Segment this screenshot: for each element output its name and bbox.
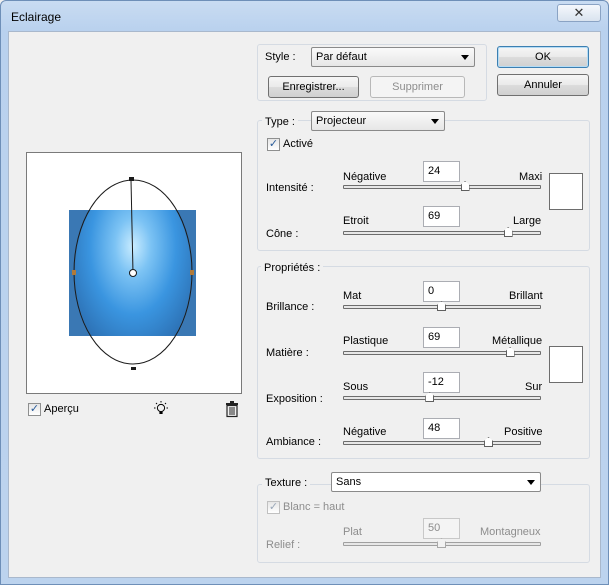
- preview-canvas[interactable]: [26, 152, 242, 394]
- title-bar[interactable]: Eclairage ✕: [1, 1, 608, 31]
- cancel-label: Annuler: [524, 79, 562, 91]
- material-label: Matière :: [266, 347, 309, 359]
- preview-label: Aperçu: [44, 403, 79, 415]
- chevron-down-icon: [527, 480, 535, 485]
- cancel-button[interactable]: Annuler: [497, 74, 589, 96]
- gloss-label: Brillance :: [266, 301, 315, 313]
- ok-button[interactable]: OK: [497, 46, 589, 68]
- delete-style-label: Supprimer: [392, 81, 443, 93]
- intensity-max-label: Maxi: [519, 171, 543, 183]
- dialog-client: ✓ Aperçu Style : Par défaut Enregistrer.…: [8, 31, 601, 578]
- gloss-max-label: Brillant: [509, 290, 543, 302]
- intensity-min-label: Négative: [343, 171, 387, 183]
- material-color-swatch[interactable]: [549, 346, 583, 383]
- preview-checkbox[interactable]: ✓: [28, 403, 41, 416]
- save-style-label: Enregistrer...: [282, 81, 345, 93]
- ellipse-left-handle[interactable]: [72, 270, 76, 275]
- ambience-input[interactable]: 48: [423, 418, 460, 439]
- intensity-input[interactable]: 24: [423, 161, 460, 182]
- type-value: Projecteur: [316, 115, 367, 127]
- exposure-slider[interactable]: [343, 392, 541, 402]
- chevron-down-icon: [431, 119, 439, 124]
- cone-max-label: Large: [513, 215, 542, 227]
- delete-style-button[interactable]: Supprimer: [370, 76, 465, 98]
- type-label: Type :: [262, 116, 298, 128]
- texture-label: Texture :: [262, 477, 311, 489]
- cone-slider[interactable]: [343, 227, 541, 237]
- texture-value: Sans: [336, 476, 362, 488]
- cone-input[interactable]: 69: [423, 206, 460, 227]
- save-style-button[interactable]: Enregistrer...: [268, 76, 359, 98]
- lighting-preview[interactable]: [27, 153, 241, 393]
- active-checkbox[interactable]: ✓: [267, 138, 280, 151]
- white-high-label: Blanc = haut: [283, 501, 345, 513]
- exposure-label: Exposition :: [266, 393, 323, 405]
- type-select[interactable]: Projecteur: [311, 111, 445, 131]
- exposure-max-label: Sur: [525, 381, 543, 393]
- material-max-label: Métallique: [492, 335, 543, 347]
- window-title: Eclairage: [11, 10, 62, 24]
- relief-label: Relief :: [266, 539, 301, 551]
- cone-min-label: Etroit: [343, 215, 369, 227]
- relief-slider[interactable]: [343, 538, 541, 548]
- close-button[interactable]: ✕: [557, 4, 601, 22]
- ellipse-right-handle[interactable]: [190, 270, 194, 275]
- style-label: Style :: [265, 51, 296, 63]
- relief-max-label: Montagneux: [480, 526, 541, 538]
- exposure-min-label: Sous: [343, 381, 369, 393]
- relief-min-label: Plat: [343, 526, 362, 538]
- active-label: Activé: [283, 138, 313, 150]
- intensity-slider[interactable]: [343, 181, 541, 191]
- material-input[interactable]: 69: [423, 327, 460, 348]
- gloss-slider[interactable]: [343, 301, 541, 311]
- white-high-checkbox[interactable]: ✓: [267, 501, 280, 514]
- dialog-window: Eclairage ✕ ✓ Aperçu Style: Par défaut …: [0, 0, 609, 585]
- material-slider[interactable]: [343, 347, 541, 357]
- light-center-handle[interactable]: [129, 269, 137, 277]
- ambience-min-label: Négative: [343, 426, 387, 438]
- ok-label: OK: [535, 51, 551, 63]
- lightbulb-icon[interactable]: [152, 400, 170, 418]
- ambience-max-label: Positive: [504, 426, 543, 438]
- intensity-label: Intensité :: [266, 182, 314, 194]
- relief-input[interactable]: 50: [423, 518, 460, 539]
- ambience-label: Ambiance :: [266, 436, 322, 448]
- cone-label: Cône :: [266, 228, 299, 240]
- properties-title: Propriétés :: [261, 262, 324, 274]
- ellipse-top-handle[interactable]: [129, 177, 134, 181]
- gloss-input[interactable]: 0: [423, 281, 460, 302]
- trash-icon[interactable]: [224, 400, 240, 418]
- texture-select[interactable]: Sans: [331, 472, 541, 492]
- ambience-slider[interactable]: [343, 437, 541, 447]
- ellipse-bottom-handle[interactable]: [131, 367, 136, 370]
- style-select[interactable]: Par défaut: [311, 47, 475, 67]
- material-min-label: Plastique: [343, 335, 389, 347]
- style-value: Par défaut: [316, 51, 367, 63]
- chevron-down-icon: [461, 55, 469, 60]
- light-color-swatch[interactable]: [549, 173, 583, 210]
- gloss-min-label: Mat: [343, 290, 362, 302]
- exposure-input[interactable]: -12: [423, 372, 460, 393]
- close-icon: ✕: [573, 5, 585, 20]
